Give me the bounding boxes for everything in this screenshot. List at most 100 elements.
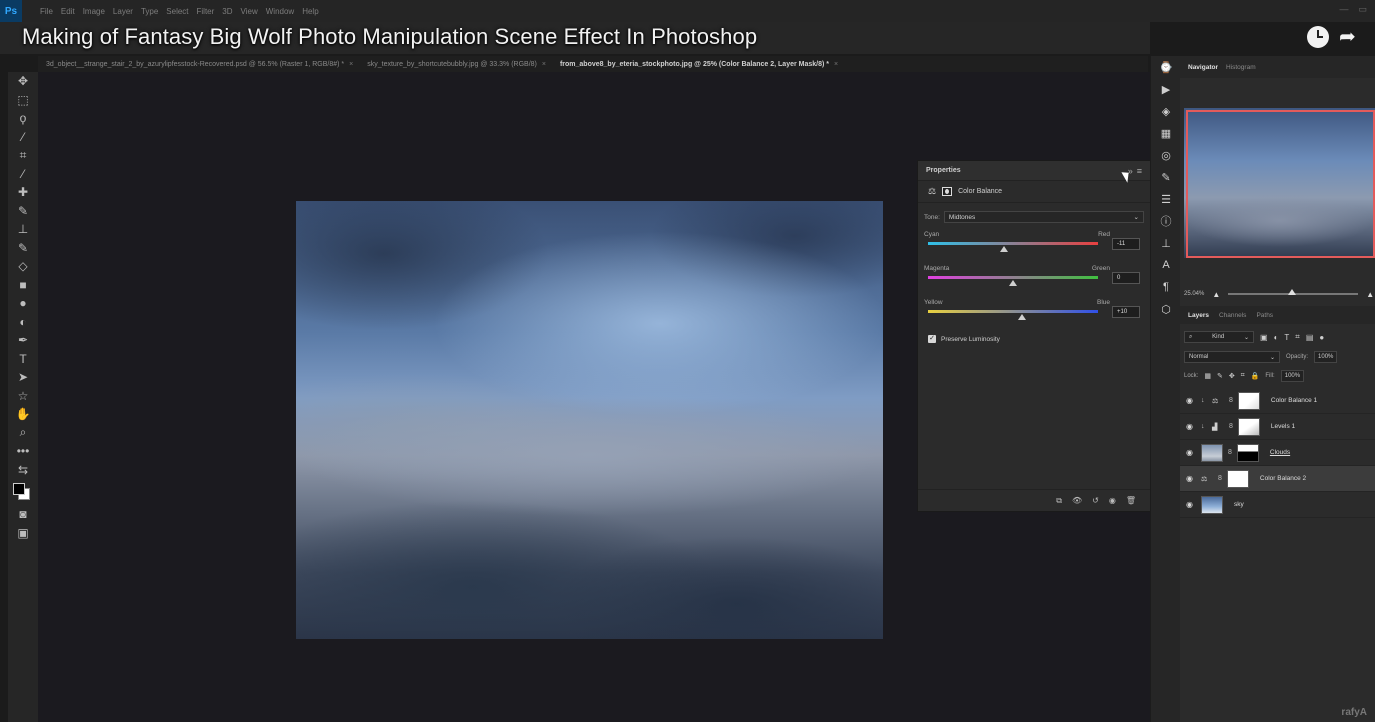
opacity-field[interactable]: 100%: [1314, 351, 1338, 363]
lock-artboard-icon[interactable]: ⌗: [1241, 372, 1245, 380]
visibility-eye-icon[interactable]: ◉: [1186, 474, 1196, 483]
dodge-tool-icon[interactable]: ◐: [8, 313, 38, 332]
slider-track[interactable]: [928, 242, 1098, 245]
zoom-value[interactable]: 25.04%: [1184, 291, 1204, 297]
maximize-icon[interactable]: ▭: [1358, 4, 1367, 15]
type-filter-icon[interactable]: T: [1284, 333, 1289, 342]
menu-filter[interactable]: Filter: [197, 7, 215, 16]
zoom-tool-icon[interactable]: ⌕: [8, 424, 38, 443]
link-icon[interactable]: 8: [1229, 397, 1233, 404]
shape-filter-icon[interactable]: ⌗: [1295, 332, 1300, 342]
navigator-view-frame[interactable]: [1186, 110, 1375, 258]
doc-tab-stair[interactable]: 3d_object__strange_stair_2_by_azurylipfe…: [46, 61, 353, 68]
lock-position-icon[interactable]: ✥: [1229, 372, 1235, 380]
paragraph-icon[interactable]: ¶: [1151, 276, 1181, 298]
kind-dropdown[interactable]: ⌕ Kind ⌄: [1184, 331, 1254, 343]
swatches-icon[interactable]: ▦: [1151, 122, 1181, 144]
blur-tool-icon[interactable]: ●: [8, 294, 38, 313]
pen-tool-icon[interactable]: ✒: [8, 331, 38, 350]
minimize-icon[interactable]: —: [1339, 4, 1348, 15]
slider-value-field[interactable]: -11: [1112, 238, 1140, 250]
layer-name[interactable]: sky: [1234, 501, 1244, 508]
doc-tab-sky[interactable]: sky_texture_by_shortcutebubbly.jpg @ 33.…: [367, 61, 546, 68]
color-swatches[interactable]: [8, 479, 38, 505]
lock-all-icon[interactable]: 🔒: [1251, 372, 1260, 380]
clone-source-icon[interactable]: ⊥: [1151, 232, 1181, 254]
brush-settings-icon[interactable]: ✎: [1151, 166, 1181, 188]
close-icon[interactable]: ×: [542, 61, 546, 68]
slider-track[interactable]: [928, 276, 1098, 279]
swap-colors-icon[interactable]: ⇆: [8, 461, 38, 480]
panel-menu-icon[interactable]: ≡: [1137, 166, 1142, 176]
adjustment-filter-icon[interactable]: ◐: [1274, 333, 1279, 342]
history-icon[interactable]: ⌚: [1151, 56, 1181, 78]
foreground-color[interactable]: [13, 483, 25, 495]
slider-thumb[interactable]: [1009, 280, 1017, 286]
zoom-in-icon[interactable]: ▲: [1366, 290, 1374, 299]
layer-name[interactable]: Levels 1: [1271, 423, 1295, 430]
pixel-filter-icon[interactable]: ▣: [1260, 333, 1268, 342]
reset-icon[interactable]: ↺: [1092, 496, 1099, 505]
menu-view[interactable]: View: [241, 7, 258, 16]
adjustments-icon[interactable]: ◎: [1151, 144, 1181, 166]
layer-mask-thumbnail[interactable]: [1237, 391, 1260, 410]
move-tool-icon[interactable]: ✥: [8, 72, 38, 91]
tab-navigator[interactable]: Navigator: [1188, 64, 1218, 71]
filter-toggle-icon[interactable]: ●: [1319, 333, 1324, 342]
tab-paths[interactable]: Paths: [1256, 312, 1273, 319]
visibility-eye-icon[interactable]: ◉: [1186, 396, 1196, 405]
history-brush-tool-icon[interactable]: ✎: [8, 239, 38, 258]
lock-transparent-icon[interactable]: ▦: [1204, 372, 1211, 380]
menu-type[interactable]: Type: [141, 7, 158, 16]
link-icon[interactable]: 8: [1229, 423, 1233, 430]
slider-value-field[interactable]: 0: [1112, 272, 1140, 284]
quick-mask-icon[interactable]: ◙: [8, 505, 38, 524]
tab-channels[interactable]: Channels: [1219, 312, 1246, 319]
preserve-luminosity-row[interactable]: ✓ Preserve Luminosity: [918, 335, 1150, 343]
layer-row[interactable]: ◉ 8 Clouds: [1180, 440, 1375, 466]
brush-tool-icon[interactable]: ✎: [8, 202, 38, 221]
quick-select-tool-icon[interactable]: ⁄: [8, 128, 38, 147]
hand-tool-icon[interactable]: ✋: [8, 405, 38, 424]
close-icon[interactable]: ×: [834, 61, 838, 68]
glyphs-icon[interactable]: ⬡: [1151, 298, 1181, 320]
layer-image-thumbnail[interactable]: [1201, 495, 1223, 514]
eraser-tool-icon[interactable]: ◇: [8, 257, 38, 276]
trash-icon[interactable]: 🗑: [1126, 496, 1136, 505]
blend-mode-dropdown[interactable]: Normal ⌄: [1184, 351, 1280, 363]
layer-name[interactable]: Clouds: [1270, 449, 1290, 456]
color-balance-icon[interactable]: ⚖: [928, 186, 936, 197]
layer-mask-thumbnail[interactable]: [1237, 417, 1260, 436]
watch-later-icon[interactable]: [1307, 26, 1329, 48]
zoom-slider-thumb[interactable]: [1288, 289, 1297, 295]
layer-image-thumbnail[interactable]: [1201, 443, 1223, 462]
eyedropper-tool-icon[interactable]: ⁄: [8, 165, 38, 184]
menu-select[interactable]: Select: [166, 7, 188, 16]
cloudscape-image[interactable]: [296, 201, 883, 639]
type-tool-icon[interactable]: T: [8, 350, 38, 369]
menu-help[interactable]: Help: [302, 7, 318, 16]
layer-row[interactable]: ◉ sky: [1180, 492, 1375, 518]
gradient-tool-icon[interactable]: ■: [8, 276, 38, 295]
fill-field[interactable]: 100%: [1280, 370, 1305, 382]
properties-icon[interactable]: ☰: [1151, 188, 1181, 210]
visibility-icon[interactable]: ◉: [1109, 496, 1116, 505]
screen-mode-icon[interactable]: ▣: [8, 524, 38, 543]
zoom-out-icon[interactable]: ▲: [1212, 290, 1220, 299]
smart-object-filter-icon[interactable]: ▤: [1306, 333, 1314, 342]
visibility-eye-icon[interactable]: ◉: [1186, 500, 1196, 509]
path-select-tool-icon[interactable]: ➤: [8, 368, 38, 387]
menu-layer[interactable]: Layer: [113, 7, 133, 16]
info-icon[interactable]: ⓘ: [1151, 210, 1181, 232]
slider-track[interactable]: [928, 310, 1098, 313]
visibility-eye-icon[interactable]: ◉: [1186, 422, 1196, 431]
lasso-tool-icon[interactable]: ϙ: [8, 109, 38, 128]
close-icon[interactable]: ×: [349, 61, 353, 68]
clip-to-layer-icon[interactable]: ⧉: [1056, 496, 1062, 506]
layer-name[interactable]: Color Balance 1: [1271, 397, 1317, 404]
view-previous-icon[interactable]: 👁: [1072, 496, 1082, 505]
actions-play-icon[interactable]: ▶: [1151, 78, 1181, 100]
slider-value-field[interactable]: +10: [1112, 306, 1140, 318]
visibility-eye-icon[interactable]: ◉: [1186, 448, 1196, 457]
menu-image[interactable]: Image: [83, 7, 105, 16]
